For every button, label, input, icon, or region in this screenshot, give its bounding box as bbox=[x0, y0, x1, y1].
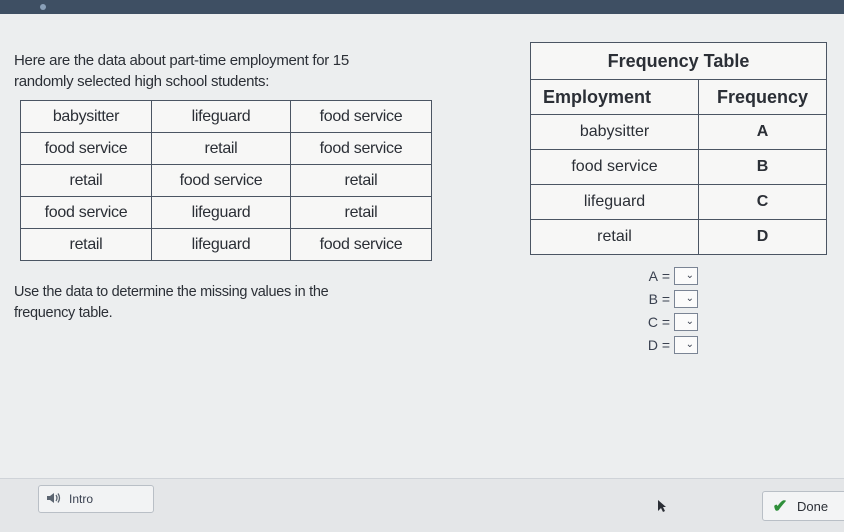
data-cell: food service bbox=[20, 196, 152, 229]
answer-dropdown-d[interactable]: ⌄ bbox=[674, 335, 698, 354]
answer-row-a: A = ⌄ bbox=[640, 264, 698, 287]
instruction-line-2: frequency table. bbox=[14, 305, 113, 321]
intro-line-1: Here are the data about part-time employ… bbox=[14, 52, 349, 69]
equals-sign: = bbox=[661, 313, 671, 330]
done-label: Done bbox=[797, 498, 829, 514]
data-cell: retail bbox=[290, 164, 432, 197]
table-row: food service retail food service bbox=[20, 132, 432, 165]
data-cell: retail bbox=[20, 228, 152, 261]
data-cell: lifeguard bbox=[151, 100, 291, 133]
answer-label: B bbox=[648, 290, 658, 307]
frequency-table-title-row: Frequency Table bbox=[530, 42, 827, 80]
answer-inputs: A = ⌄ B = ⌄ C = ⌄ D = ⌄ bbox=[640, 264, 698, 356]
done-button[interactable]: ✔ Done bbox=[762, 491, 844, 521]
frequency-cell: D bbox=[698, 219, 827, 255]
answer-row-b: B = ⌄ bbox=[640, 287, 698, 310]
data-cell: retail bbox=[151, 132, 291, 165]
chevron-down-icon: ⌄ bbox=[685, 292, 694, 304]
equals-sign: = bbox=[661, 336, 671, 353]
answer-label: D bbox=[647, 336, 658, 353]
equals-sign: = bbox=[661, 290, 671, 307]
answer-label: A bbox=[648, 267, 658, 284]
data-cell: food service bbox=[290, 228, 432, 261]
frequency-table-header-row: Employment Frequency bbox=[530, 79, 827, 115]
header-employment: Employment bbox=[530, 79, 699, 115]
employment-cell: lifeguard bbox=[530, 184, 699, 220]
answer-label: C bbox=[647, 313, 658, 330]
data-cell: lifeguard bbox=[151, 228, 291, 261]
header-frequency: Frequency bbox=[698, 79, 827, 115]
data-cell: food service bbox=[20, 132, 152, 165]
answer-dropdown-a[interactable]: ⌄ bbox=[674, 266, 698, 285]
top-bar-marker bbox=[40, 4, 46, 10]
frequency-cell: C bbox=[698, 184, 827, 220]
data-cell: retail bbox=[20, 164, 152, 197]
instruction-line-1: Use the data to determine the missing va… bbox=[14, 284, 329, 300]
table-row: babysitter A bbox=[530, 114, 827, 150]
frequency-cell: B bbox=[698, 149, 827, 185]
data-cell: babysitter bbox=[20, 100, 152, 133]
answer-dropdown-c[interactable]: ⌄ bbox=[674, 312, 698, 331]
table-row: retail food service retail bbox=[20, 164, 432, 197]
question-intro: Here are the data about part-time employ… bbox=[14, 50, 424, 92]
frequency-cell: A bbox=[698, 114, 827, 150]
table-row: food service lifeguard retail bbox=[20, 196, 432, 229]
answer-row-d: D = ⌄ bbox=[640, 333, 698, 356]
footer-bar: Intro ✔ Done bbox=[0, 478, 844, 532]
employment-cell: babysitter bbox=[530, 114, 699, 150]
data-cell: food service bbox=[151, 164, 291, 197]
intro-label: Intro bbox=[69, 492, 94, 506]
data-cell: food service bbox=[290, 100, 432, 133]
data-cell: food service bbox=[290, 132, 432, 165]
chevron-down-icon: ⌄ bbox=[685, 338, 694, 350]
data-cell: lifeguard bbox=[151, 196, 291, 229]
employment-cell: food service bbox=[530, 149, 699, 185]
table-row: retail lifeguard food service bbox=[20, 228, 432, 261]
mouse-cursor-icon bbox=[658, 500, 666, 512]
answer-row-c: C = ⌄ bbox=[640, 310, 698, 333]
frequency-table-title: Frequency Table bbox=[530, 42, 827, 80]
answer-dropdown-b[interactable]: ⌄ bbox=[674, 289, 698, 308]
intro-button[interactable]: Intro bbox=[38, 485, 154, 513]
table-row: retail D bbox=[530, 219, 827, 255]
question-instruction: Use the data to determine the missing va… bbox=[14, 282, 434, 324]
question-panel: Here are the data about part-time employ… bbox=[0, 14, 844, 478]
intro-line-2: randomly selected high school students: bbox=[14, 73, 270, 90]
table-row: food service B bbox=[530, 149, 827, 185]
table-row: babysitter lifeguard food service bbox=[20, 100, 432, 133]
chevron-down-icon: ⌄ bbox=[685, 269, 694, 281]
top-bar bbox=[0, 0, 844, 14]
employment-cell: retail bbox=[530, 219, 699, 255]
chevron-down-icon: ⌄ bbox=[685, 315, 694, 327]
table-row: lifeguard C bbox=[530, 184, 827, 220]
frequency-table: Frequency Table Employment Frequency bab… bbox=[530, 42, 827, 255]
data-cell: retail bbox=[290, 196, 432, 229]
speaker-icon bbox=[39, 491, 69, 508]
employment-data-table: babysitter lifeguard food service food s… bbox=[20, 100, 432, 261]
checkmark-icon: ✔ bbox=[772, 495, 788, 516]
equals-sign: = bbox=[661, 267, 671, 284]
